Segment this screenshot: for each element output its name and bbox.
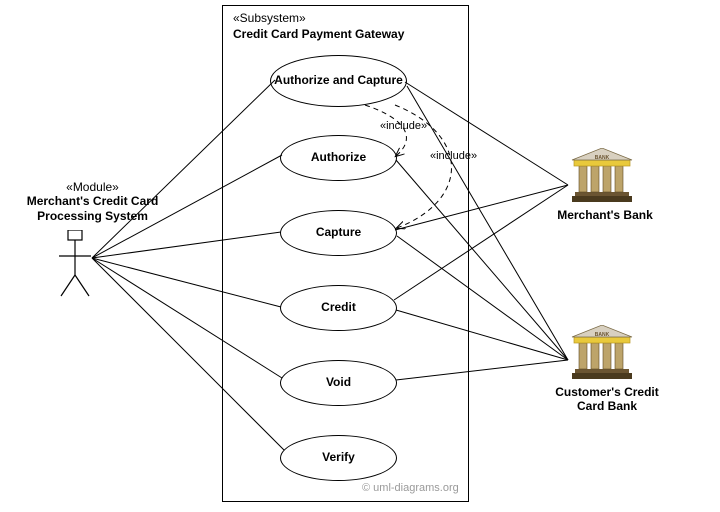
- usecase-void: Void: [280, 360, 397, 406]
- actor-name-line1: Merchant's Credit Card: [27, 194, 159, 208]
- actor-merchant-bank: Merchant's Bank: [555, 208, 655, 222]
- bank-icon: BANK: [570, 148, 634, 204]
- actor-name-line2: Card Bank: [577, 399, 637, 413]
- usecase-label: Authorize and Capture: [274, 74, 403, 87]
- actor-merchant-system: «Module» Merchant's Credit Card Processi…: [10, 180, 175, 223]
- usecase-capture: Capture: [280, 210, 397, 256]
- usecase-label: Authorize: [311, 151, 366, 164]
- stick-figure-icon: [55, 230, 95, 300]
- actor-name: Merchant's Bank: [557, 208, 653, 222]
- diagram-canvas: «Subsystem» Credit Card Payment Gateway …: [0, 0, 720, 512]
- subsystem-name: Credit Card Payment Gateway: [233, 27, 404, 41]
- actor-name-line1: Customer's Credit: [555, 385, 659, 399]
- subsystem-title: «Subsystem» Credit Card Payment Gateway: [233, 11, 404, 42]
- usecase-authorize: Authorize: [280, 135, 397, 181]
- subsystem-stereotype: «Subsystem»: [233, 11, 306, 25]
- actor-stereotype: «Module»: [66, 180, 119, 194]
- usecase-label: Verify: [322, 451, 355, 464]
- usecase-verify: Verify: [280, 435, 397, 481]
- actor-customer-bank: Customer's Credit Card Bank: [552, 385, 662, 414]
- usecase-label: Void: [326, 376, 351, 389]
- svg-text:BANK: BANK: [595, 332, 610, 338]
- usecase-authorize-and-capture: Authorize and Capture: [270, 55, 407, 107]
- actor-name-line2: Processing System: [37, 209, 148, 223]
- usecase-credit: Credit: [280, 285, 397, 331]
- copyright-text: © uml-diagrams.org: [362, 482, 459, 494]
- bank-icon: BANK: [570, 325, 634, 381]
- include-label-2: «include»: [430, 150, 477, 162]
- usecase-label: Capture: [316, 226, 361, 239]
- usecase-label: Credit: [321, 301, 356, 314]
- svg-text:BANK: BANK: [595, 155, 610, 161]
- include-label-1: «include»: [380, 120, 427, 132]
